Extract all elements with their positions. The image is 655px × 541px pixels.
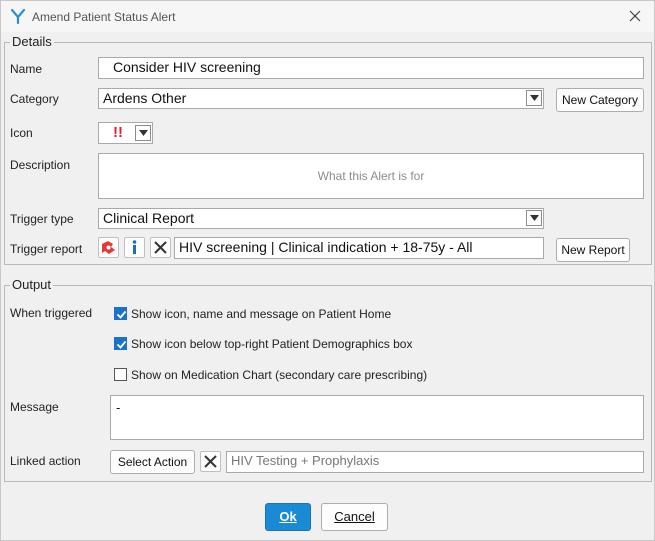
category-label: Category	[10, 92, 59, 106]
linked-action-input[interactable]: HIV Testing + Prophylaxis	[226, 451, 644, 473]
chevron-down-icon[interactable]	[135, 125, 151, 141]
description-label: Description	[10, 158, 71, 172]
linked-action-label: Linked action	[10, 454, 81, 468]
trigger-type-label: Trigger type	[10, 212, 74, 226]
dialog-window: Amend Patient Status Alert Details Name …	[0, 0, 655, 541]
name-input[interactable]: Consider HIV screening	[98, 57, 644, 79]
details-legend: Details	[10, 34, 54, 49]
title-bar[interactable]: Amend Patient Status Alert	[1, 1, 654, 32]
app-logo-icon	[10, 8, 26, 25]
trigger-report-label: Trigger report	[10, 242, 83, 256]
info-icon[interactable]	[124, 237, 145, 258]
description-input[interactable]: What this Alert is for	[98, 153, 644, 199]
trigger-report-input[interactable]: HIV screening | Clinical indication + 18…	[174, 237, 544, 259]
trigger-type-value: Clinical Report	[103, 210, 195, 226]
window-title: Amend Patient Status Alert	[32, 10, 176, 24]
option-demographics-label[interactable]: Show icon below top-right Patient Demogr…	[131, 337, 412, 351]
category-value: Ardens Other	[103, 90, 187, 106]
message-label: Message	[10, 400, 59, 414]
option-medication-chart-label[interactable]: Show on Medication Chart (secondary care…	[131, 368, 427, 382]
checkbox-demographics[interactable]	[114, 337, 127, 350]
clear-icon[interactable]	[150, 237, 171, 258]
checkbox-medication-chart[interactable]	[114, 368, 127, 381]
clear-icon[interactable]	[200, 451, 221, 472]
alert-icon-glyph: !!	[113, 124, 123, 141]
ok-button-label: Ok	[279, 509, 297, 524]
close-icon[interactable]	[626, 7, 644, 25]
chevron-down-icon[interactable]	[526, 90, 542, 106]
trigger-type-select[interactable]: Clinical Report	[98, 208, 544, 229]
when-triggered-label: When triggered	[10, 306, 93, 320]
chevron-down-icon[interactable]	[526, 210, 542, 226]
ok-button[interactable]: Ok	[265, 503, 311, 531]
select-action-button[interactable]: Select Action	[110, 450, 195, 474]
category-select[interactable]: Ardens Other	[98, 88, 544, 109]
report-tool-icon[interactable]	[98, 237, 119, 258]
new-category-button[interactable]: New Category	[556, 88, 644, 112]
cancel-button-label: Cancel	[334, 509, 375, 524]
checkbox-patient-home[interactable]	[114, 307, 127, 320]
description-placeholder: What this Alert is for	[317, 169, 425, 183]
cancel-button[interactable]: Cancel	[321, 503, 388, 531]
output-legend: Output	[10, 277, 54, 292]
icon-select[interactable]: !!	[98, 122, 153, 144]
message-input[interactable]: -	[110, 395, 644, 440]
option-patient-home-label[interactable]: Show icon, name and message on Patient H…	[131, 307, 391, 321]
new-report-button[interactable]: New Report	[556, 238, 630, 262]
icon-label: Icon	[10, 126, 33, 140]
name-label: Name	[10, 62, 43, 76]
